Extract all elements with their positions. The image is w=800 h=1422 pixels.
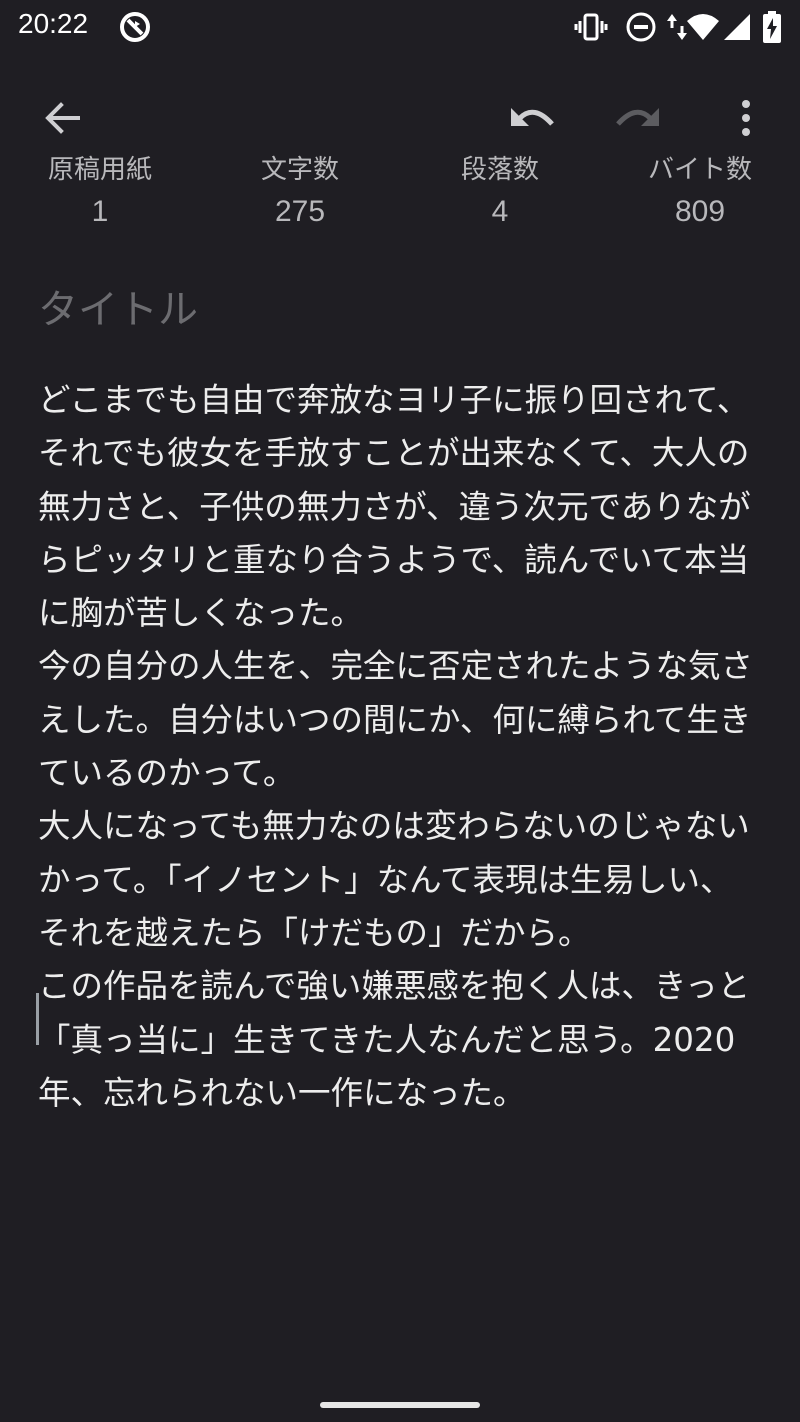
title-input[interactable]: タイトル [38,282,198,338]
signal-icon [720,10,754,44]
stat-label: 原稿用紙 [47,155,152,185]
stat-manuscript-pages: 原稿用紙 1 [0,150,200,234]
no-sync-icon [118,10,152,44]
wifi-icon [686,10,720,44]
status-time: 20:22 [18,8,89,39]
undo-icon[interactable] [508,94,556,142]
stat-character-count: 文字数 275 [200,150,400,234]
do-not-disturb-icon [624,10,658,44]
stat-label: 段落数 [460,155,539,185]
more-vert-icon[interactable] [722,94,770,142]
body-text-editor[interactable]: どこまでも自由で奔放なヨリ子に振り回されて、それでも彼女を手放すことが出来なくて… [38,374,762,1120]
stat-byte-count: バイト数 809 [600,150,800,234]
redo-icon[interactable] [614,94,662,142]
arrow-left-icon[interactable] [38,94,86,142]
gesture-nav-bar[interactable] [320,1402,480,1408]
stat-paragraph-count: 段落数 4 [400,150,600,234]
text-cursor [36,993,39,1045]
status-bar: 20:22 [0,0,800,56]
stat-value: 275 [274,195,326,228]
stat-value: 809 [674,195,726,228]
editor-toolbar [0,84,800,148]
stat-value: 1 [91,195,109,228]
vibrate-icon [574,10,608,44]
stat-value: 4 [491,195,509,228]
stat-label: バイト数 [647,155,752,185]
document-stats: 原稿用紙 1 文字数 275 段落数 4 バイト数 809 [0,150,800,240]
battery-charging-icon [760,10,784,44]
stat-label: 文字数 [260,155,339,185]
